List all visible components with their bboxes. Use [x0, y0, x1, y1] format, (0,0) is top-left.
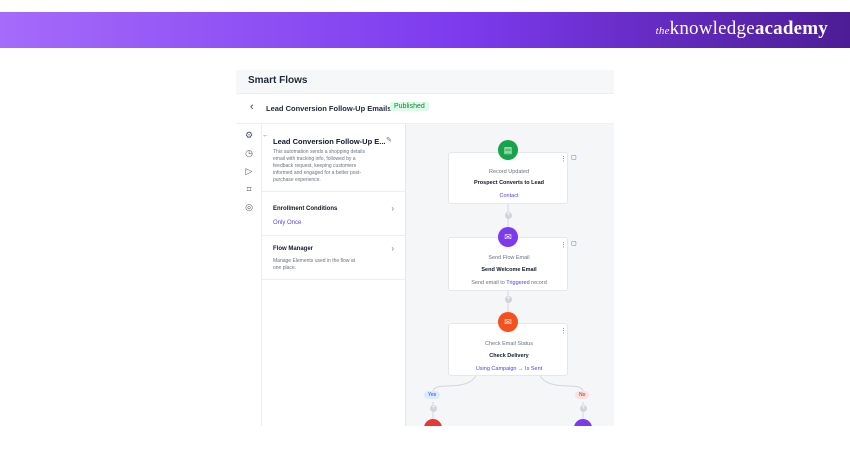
gear-icon[interactable]: ⚙	[244, 130, 254, 140]
enrollment-conditions[interactable]: Enrollment Conditions › Only Once	[262, 192, 406, 236]
add-step-dot[interactable]: +	[580, 405, 587, 412]
app-header: Smart Flows	[236, 70, 614, 94]
enrollment-value: Only Once	[273, 220, 302, 226]
node-name: Check Delivery	[489, 353, 529, 359]
node-detail: Using Campaign → Is Sent	[475, 366, 543, 372]
chevron-right-icon: ›	[391, 244, 394, 253]
panel-title: Lead Conversion Follow-Up E...	[273, 137, 386, 146]
node-type: Send Flow Email	[488, 255, 530, 261]
history-icon[interactable]: ◷	[244, 148, 254, 158]
branch-yes-label: Yes	[424, 391, 441, 399]
add-step-dot[interactable]: +	[430, 405, 437, 412]
document-icon: ▤	[498, 140, 518, 160]
copy-icon[interactable]: ▢	[571, 240, 577, 247]
flow-details-panel: Lead Conversion Follow-Up E... ✎ This au…	[262, 124, 406, 426]
node-name: Send Welcome Email	[481, 267, 537, 273]
panel-description: This automation sends a shopping details…	[273, 149, 366, 183]
more-options-icon[interactable]: ⋮	[560, 327, 567, 335]
node-type: Record Updated	[488, 169, 530, 175]
enrollment-title: Enrollment Conditions	[273, 206, 338, 212]
status-badge: Published	[390, 102, 429, 111]
add-step-dot[interactable]: +	[505, 212, 512, 219]
node-type: Check Email Status	[485, 341, 533, 347]
flow-manager[interactable]: Flow Manager › Manage Elements used in t…	[262, 236, 406, 280]
node-detail: Send email to Triggered record	[471, 280, 547, 286]
flow-manager-title: Flow Manager	[273, 246, 314, 252]
branch-no-label: No	[575, 391, 590, 399]
scan-icon[interactable]: ⌗	[244, 184, 254, 194]
mail-icon: ✉	[498, 312, 518, 332]
more-options-icon[interactable]: ⋮	[560, 241, 567, 249]
play-icon[interactable]: ▷	[244, 166, 254, 176]
node-detail: Contact	[499, 193, 519, 199]
app-title: Smart Flows	[248, 75, 308, 86]
flow-manager-description: Manage Elements used in the flow at one …	[273, 258, 355, 271]
palette-icon[interactable]: ◎	[244, 202, 254, 212]
smart-flows-window: Smart Flows ‹ Lead Conversion Follow-Up …	[236, 70, 614, 426]
node-name: Prospect Converts to Lead	[474, 180, 544, 186]
back-button[interactable]: ‹	[250, 101, 254, 113]
brand-banner: theknowledgeacademy	[0, 12, 850, 48]
flow-summary: Lead Conversion Follow-Up E... ✎ This au…	[262, 124, 406, 192]
add-step-dot[interactable]: +	[505, 296, 512, 303]
icon-sidebar: ⚙ ◷ ▷ ⌗ ◎	[236, 124, 262, 426]
mail-icon: ✉	[498, 227, 518, 247]
flow-header: ‹ Lead Conversion Follow-Up Emails Publi…	[236, 94, 614, 124]
chevron-right-icon: ›	[391, 204, 394, 213]
copy-icon[interactable]: ▢	[571, 154, 577, 161]
flow-title: Lead Conversion Follow-Up Emails	[266, 104, 392, 113]
edit-pencil-icon[interactable]: ✎	[386, 136, 392, 144]
brand-logo: theknowledgeacademy	[655, 18, 828, 39]
flow-canvas[interactable]: Record Updated Prospect Converts to Lead…	[406, 124, 614, 426]
more-options-icon[interactable]: ⋮	[560, 155, 567, 163]
